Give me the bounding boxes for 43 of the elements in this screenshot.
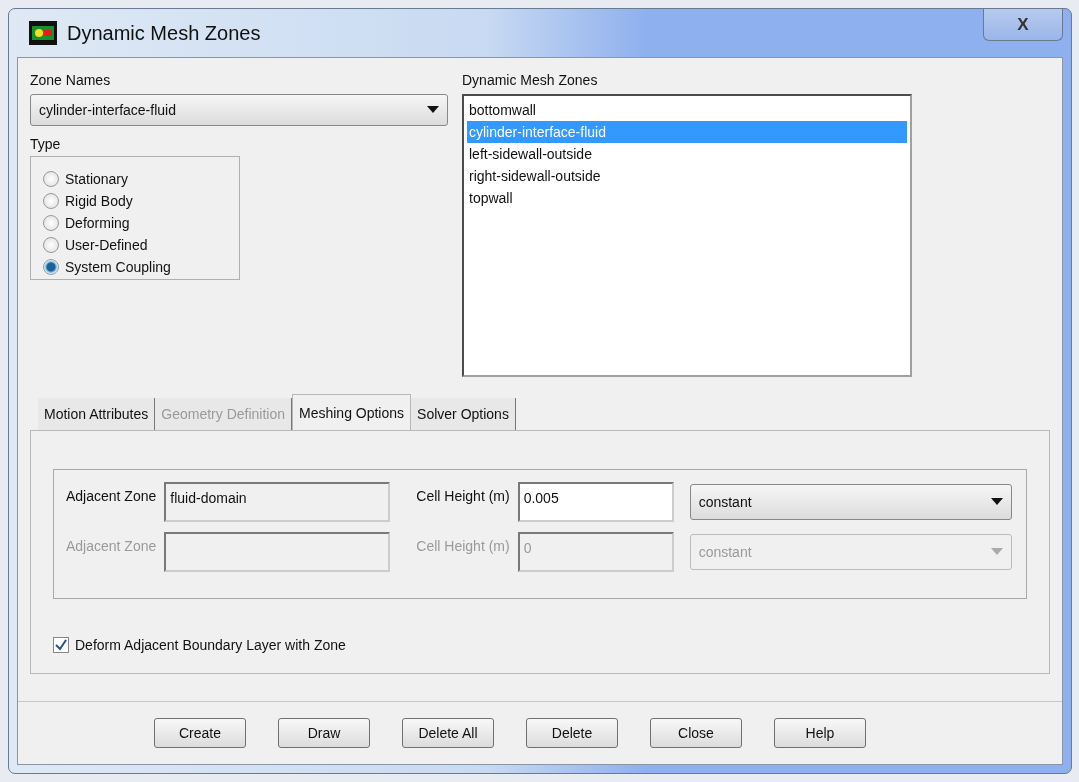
- radio-button[interactable]: [43, 193, 59, 209]
- dialog-button[interactable]: Draw: [278, 718, 370, 748]
- radio-label: Rigid Body: [65, 193, 133, 209]
- check-icon: [55, 639, 67, 651]
- dialog-button[interactable]: Delete: [526, 718, 618, 748]
- app-logo-icon: [29, 21, 57, 45]
- radio-button[interactable]: [43, 237, 59, 253]
- radio-label: User-Defined: [65, 237, 148, 253]
- radio-label: Deforming: [65, 215, 130, 231]
- radio-label: System Coupling: [65, 259, 171, 275]
- window-close-button[interactable]: X: [983, 9, 1063, 41]
- tab[interactable]: Motion Attributes: [38, 398, 156, 430]
- height-method-dropdown[interactable]: constant: [689, 484, 1012, 520]
- radio-button[interactable]: [43, 259, 59, 275]
- caret-icon: [427, 106, 439, 114]
- dialog-button[interactable]: Create: [154, 718, 246, 748]
- list-item[interactable]: bottomwall: [467, 99, 907, 121]
- adjacent-zone-field: fluid-domain: [164, 482, 391, 522]
- radio-button[interactable]: [43, 171, 59, 187]
- tab[interactable]: Solver Options: [411, 398, 516, 430]
- checkbox[interactable]: [53, 637, 69, 653]
- zone-names-label: Zone Names: [30, 72, 112, 88]
- adjacent-zone-label: Adjacent Zone: [66, 538, 157, 554]
- caret-icon: [990, 548, 1003, 556]
- tab[interactable]: Meshing Options: [292, 394, 412, 430]
- dialog-button[interactable]: Close: [650, 718, 742, 748]
- caret-icon: [990, 498, 1003, 506]
- dialog-button[interactable]: Delete All: [402, 718, 494, 748]
- zone-names-dropdown[interactable]: cylinder-interface-fluid: [30, 94, 448, 126]
- dialog-button[interactable]: Help: [774, 718, 866, 748]
- checkbox-label: Deform Adjacent Boundary Layer with Zone: [75, 637, 346, 653]
- list-item[interactable]: right-sidewall-outside: [467, 165, 907, 187]
- list-item[interactable]: left-sidewall-outside: [467, 143, 907, 165]
- window-title: Dynamic Mesh Zones: [67, 21, 261, 45]
- type-label: Type: [30, 136, 62, 152]
- cell-height-label: Cell Height (m): [416, 538, 510, 554]
- radio-label: Stationary: [65, 171, 129, 187]
- radio-button[interactable]: [43, 215, 59, 231]
- cell-height-label: Cell Height (m): [416, 488, 510, 504]
- adjacent-zone-label: Adjacent Zone: [66, 488, 157, 504]
- list-item[interactable]: topwall: [467, 187, 907, 209]
- cell-height-field[interactable]: 0.005: [517, 482, 674, 522]
- dynamic-mesh-zones-label: Dynamic Mesh Zones: [462, 72, 599, 88]
